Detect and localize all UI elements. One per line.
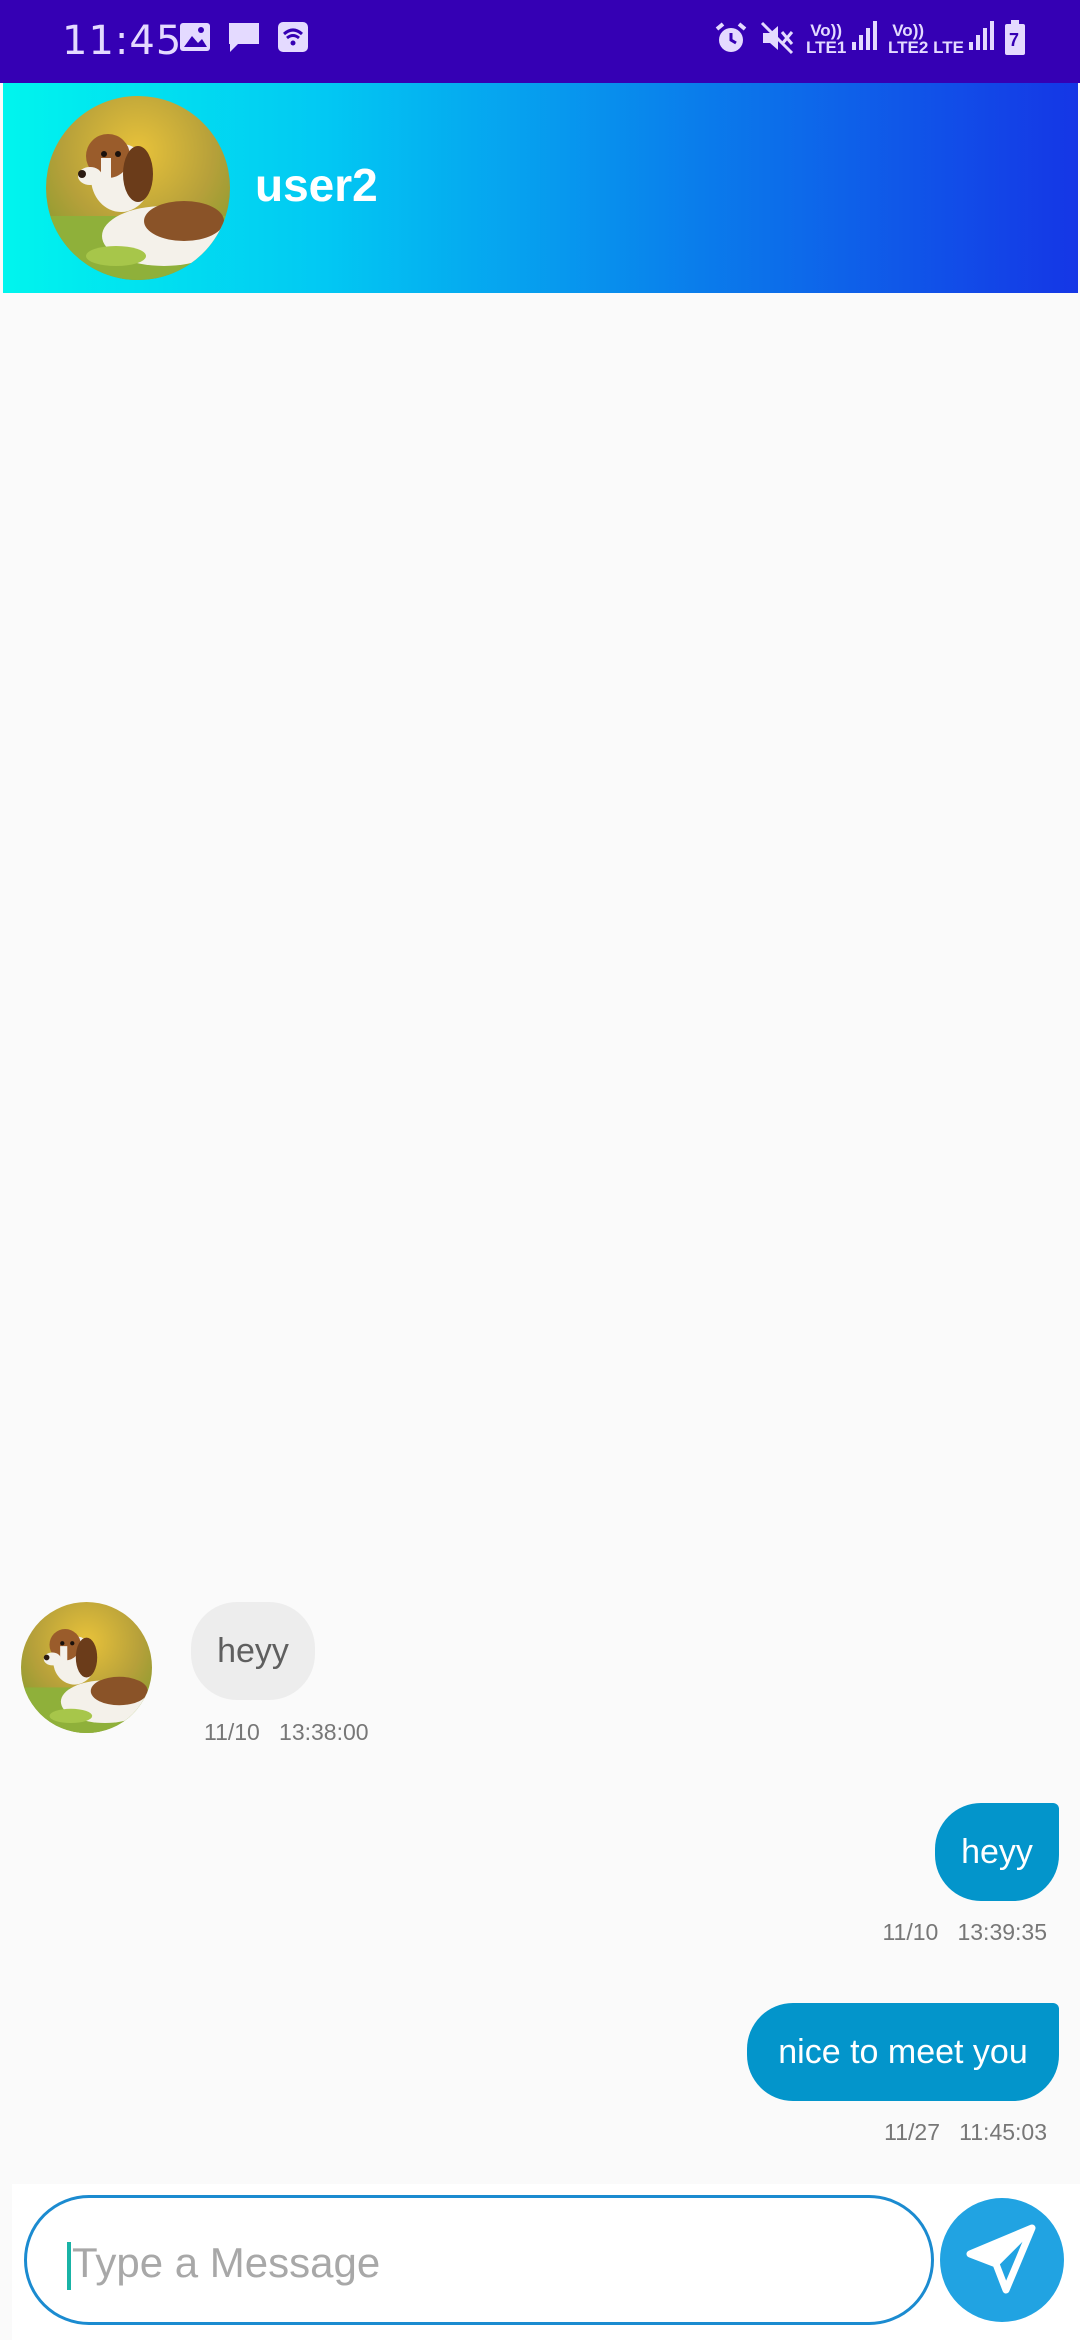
message-input-placeholder: Type a Message xyxy=(72,2239,381,2286)
message-input[interactable]: Type a Message xyxy=(24,2195,934,2325)
message-timestamp: 11/27 11:45:03 xyxy=(884,2118,1047,2146)
status-bar: 11:45 Vo)) LTE1 Vo)) LTE2 LTE 7 xyxy=(0,0,1080,83)
text-caret xyxy=(67,2242,71,2290)
mute-icon xyxy=(759,20,795,56)
message-date: 11/10 xyxy=(204,1719,260,1745)
sim2-signal: Vo)) LTE2 LTE xyxy=(887,18,994,56)
chat-header: user2 xyxy=(3,83,1078,293)
message-date: 11/10 xyxy=(882,1919,939,1945)
signal-icon xyxy=(968,18,994,56)
beagle-photo xyxy=(46,96,230,280)
status-notification-icons xyxy=(178,20,310,54)
sim1-label: Vo)) LTE1 xyxy=(805,21,847,57)
wifi-icon xyxy=(276,20,310,54)
message-time: 13:39:35 xyxy=(957,1919,1047,1945)
contact-name: user2 xyxy=(255,159,378,211)
beagle-photo xyxy=(21,1602,152,1733)
message-time: 13:38:00 xyxy=(279,1719,369,1745)
send-button[interactable] xyxy=(940,2198,1064,2322)
signal-icon xyxy=(851,18,878,56)
message-icon xyxy=(226,20,262,54)
status-system-icons: Vo)) LTE1 Vo)) LTE2 LTE 7 xyxy=(713,18,1026,56)
status-time: 11:45 xyxy=(62,18,183,64)
sim1-signal: Vo)) LTE1 xyxy=(805,18,878,57)
image-icon xyxy=(178,20,212,54)
sender-avatar[interactable] xyxy=(21,1602,152,1733)
data-label: LTE xyxy=(933,38,964,57)
battery-icon: 7 xyxy=(1004,20,1026,56)
contact-avatar[interactable] xyxy=(46,96,230,280)
message-time: 11:45:03 xyxy=(959,2119,1047,2145)
message-date: 11/27 xyxy=(884,2119,940,2145)
battery-level: 7 xyxy=(1009,30,1020,50)
message-timestamp: 11/10 13:38:00 xyxy=(204,1718,369,1746)
alarm-icon xyxy=(713,20,749,56)
sim2-label: Vo)) LTE2 xyxy=(887,21,929,57)
send-icon xyxy=(966,2224,1036,2294)
outgoing-message-bubble[interactable]: heyy xyxy=(935,1803,1059,1901)
outgoing-message-bubble[interactable]: nice to meet you xyxy=(747,2003,1059,2101)
message-timestamp: 11/10 13:39:35 xyxy=(882,1918,1047,1946)
incoming-message-bubble[interactable]: heyy xyxy=(191,1602,315,1700)
